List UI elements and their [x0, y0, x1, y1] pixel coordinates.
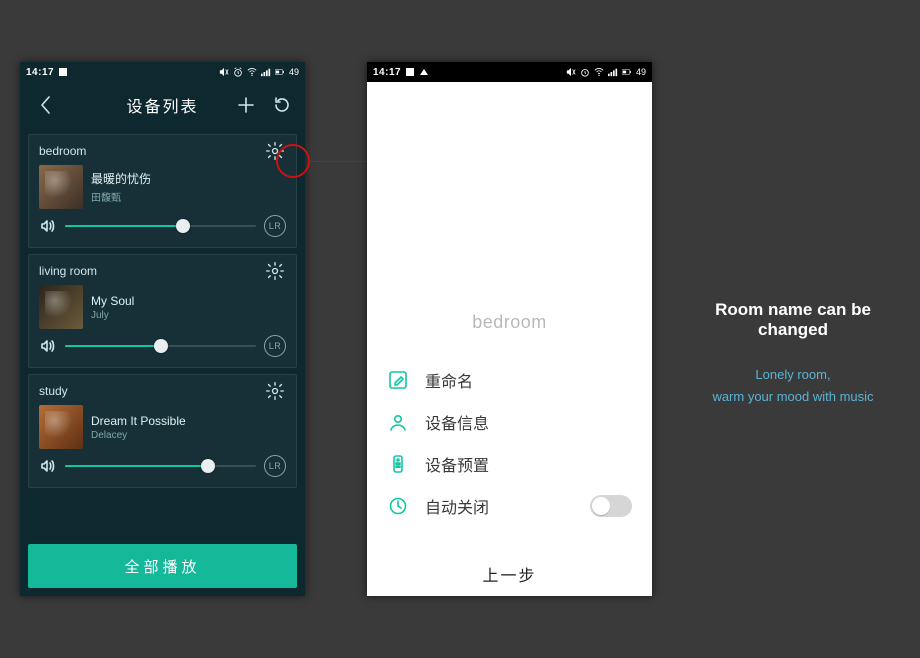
caption-line-b: warm your mood with music [712, 389, 873, 404]
volume-icon[interactable] [39, 457, 57, 475]
device-preset-label: 设备预置 [425, 452, 489, 476]
auto-off-item[interactable]: 自动关闭 [367, 485, 652, 527]
volume-icon[interactable] [39, 217, 57, 235]
clock-icon [387, 495, 409, 517]
room-card-body: 最暖的忧伤 田馥甄 [39, 165, 286, 209]
add-device-button[interactable] [231, 82, 261, 128]
play-all-button[interactable]: 全部播放 [28, 544, 297, 588]
auto-off-toggle[interactable] [590, 495, 632, 517]
notification-icon [405, 67, 415, 77]
room-card-header: study [39, 381, 286, 401]
volume-slider[interactable] [65, 218, 256, 234]
room-card-header: living room [39, 261, 286, 281]
settings-room-name: bedroom [367, 312, 652, 333]
device-settings-screen: 14:17 49 bedroom 重命名 [367, 62, 652, 596]
room-card-body: Dream It Possible Delacey [39, 405, 286, 449]
page-title: 设备列表 [126, 93, 198, 117]
person-icon [387, 411, 409, 433]
refresh-button[interactable] [267, 82, 297, 128]
remote-icon [387, 453, 409, 475]
gear-icon[interactable] [264, 140, 286, 162]
room-card[interactable]: bedroom 最暖的忧伤 田馥甄 LR [28, 134, 297, 248]
room-card[interactable]: study Dream It Possible Delacey [28, 374, 297, 488]
status-bar: 14:17 49 [367, 62, 652, 82]
notification-icon [58, 67, 68, 77]
device-list-screen: 14:17 49 设备列表 [20, 62, 305, 596]
album-art[interactable] [39, 165, 83, 209]
notification-icon [419, 67, 429, 77]
status-bar: 14:17 49 [20, 62, 305, 82]
battery-pct: 49 [636, 67, 646, 77]
track-artist: 田馥甄 [91, 189, 151, 204]
auto-off-label: 自动关闭 [425, 494, 489, 518]
rename-item[interactable]: 重命名 [367, 359, 652, 401]
edit-icon [387, 369, 409, 391]
alarm-icon [580, 67, 590, 77]
room-card-header: bedroom [39, 141, 286, 161]
title-bar: 设备列表 [20, 82, 305, 128]
track-artist: Delacey [91, 430, 186, 441]
mute-icon [566, 67, 576, 77]
channel-balance-button[interactable]: LR [264, 335, 286, 357]
settings-sheet: bedroom 重命名 设备信息 设备预置 自动关闭 上 [367, 82, 652, 596]
caption-line-a: Lonely room, [755, 367, 830, 382]
room-name: study [39, 384, 68, 398]
status-time: 14:17 [26, 67, 54, 78]
volume-row: LR [39, 215, 286, 237]
channel-balance-button[interactable]: LR [264, 215, 286, 237]
previous-step-button[interactable]: 上一步 [367, 548, 652, 596]
battery-icon [622, 67, 632, 77]
room-card-body: My Soul July [39, 285, 286, 329]
caption-title: Room name can be changed [678, 300, 908, 340]
room-name: bedroom [39, 144, 86, 158]
wifi-icon [247, 67, 257, 77]
signal-icon [261, 67, 271, 77]
room-card[interactable]: living room My Soul July LR [28, 254, 297, 368]
gear-icon[interactable] [264, 380, 286, 402]
battery-pct: 49 [289, 67, 299, 77]
marketing-caption: Room name can be changed Lonely room, wa… [678, 300, 908, 408]
volume-row: LR [39, 455, 286, 477]
track-info: Dream It Possible Delacey [91, 414, 186, 441]
volume-icon[interactable] [39, 337, 57, 355]
track-title: Dream It Possible [91, 414, 186, 428]
alarm-icon [233, 67, 243, 77]
mute-icon [219, 67, 229, 77]
wifi-icon [594, 67, 604, 77]
track-artist: July [91, 310, 134, 321]
track-title: 最暖的忧伤 [91, 170, 151, 187]
volume-slider[interactable] [65, 338, 256, 354]
battery-icon [275, 67, 285, 77]
track-info: 最暖的忧伤 田馥甄 [91, 170, 151, 204]
device-preset-item[interactable]: 设备预置 [367, 443, 652, 485]
album-art[interactable] [39, 405, 83, 449]
caption-subtitle: Lonely room, warm your mood with music [678, 364, 908, 408]
status-time: 14:17 [373, 67, 401, 78]
device-info-label: 设备信息 [425, 410, 489, 434]
signal-icon [608, 67, 618, 77]
room-name: living room [39, 264, 97, 278]
channel-balance-button[interactable]: LR [264, 455, 286, 477]
volume-row: LR [39, 335, 286, 357]
back-button[interactable] [28, 82, 64, 128]
gear-icon[interactable] [264, 260, 286, 282]
volume-slider[interactable] [65, 458, 256, 474]
track-info: My Soul July [91, 294, 134, 321]
device-info-item[interactable]: 设备信息 [367, 401, 652, 443]
album-art[interactable] [39, 285, 83, 329]
rename-label: 重命名 [425, 368, 473, 392]
track-title: My Soul [91, 294, 134, 308]
room-list: bedroom 最暖的忧伤 田馥甄 LR [20, 128, 305, 544]
